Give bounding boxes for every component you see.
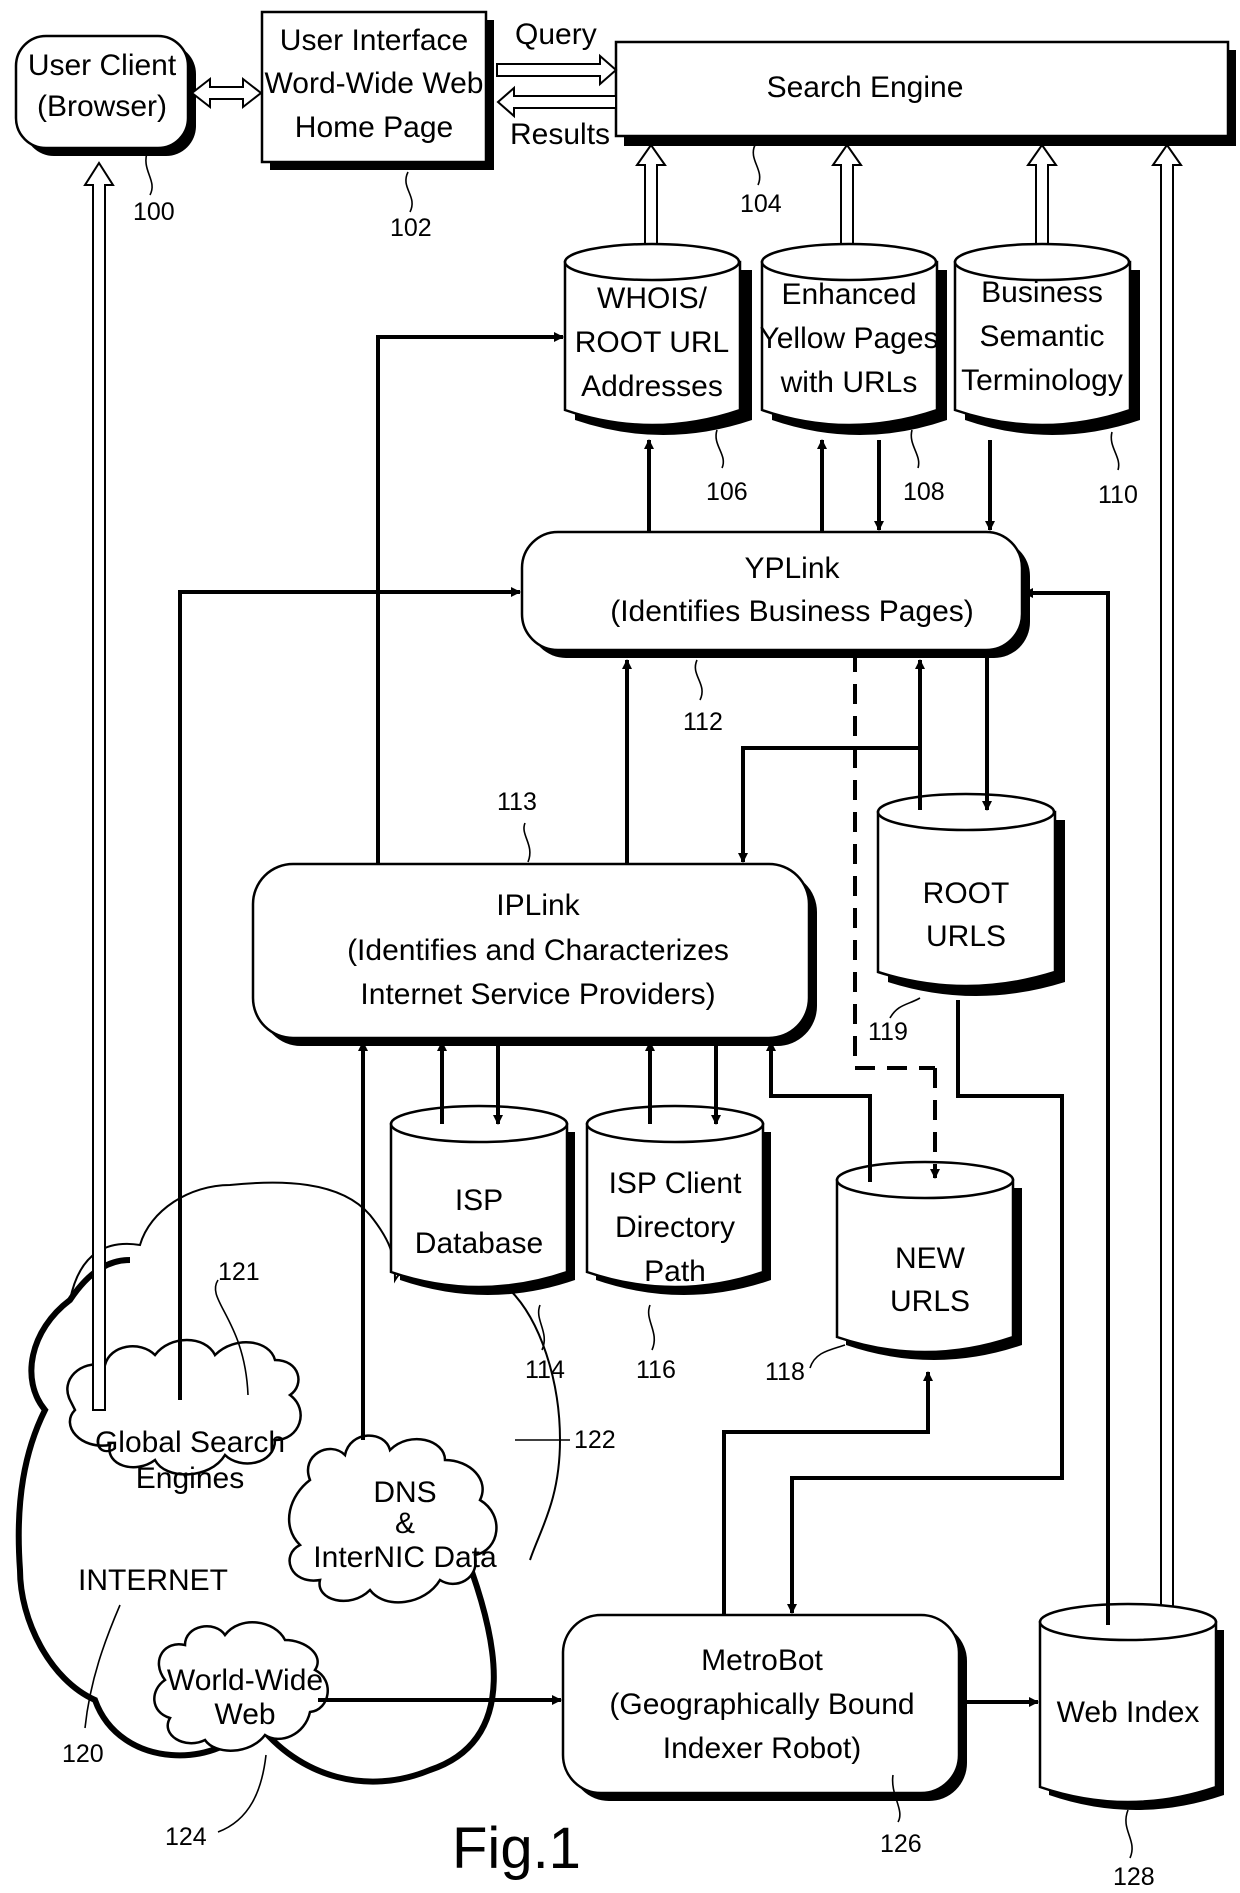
metrobot-node: MetroBot (Geographically Bound Indexer R… bbox=[561, 1613, 967, 1801]
ref-108: 108 bbox=[903, 478, 945, 506]
isp-db-label-line2: Database bbox=[415, 1227, 543, 1260]
search-engine-node: Search Engine bbox=[614, 40, 1236, 146]
ref-104: 104 bbox=[740, 190, 782, 218]
yellow-pages-label-line3: with URLs bbox=[780, 366, 918, 399]
ref-100: 100 bbox=[133, 198, 175, 226]
root-urls-label-line1: ROOT bbox=[923, 877, 1010, 910]
metrobot-label-line2: (Geographically Bound bbox=[609, 1688, 914, 1721]
user-interface-node: User Interface Word-Wide Web Home Page bbox=[260, 10, 494, 170]
ref-116: 116 bbox=[636, 1356, 676, 1384]
user-client-label-line2: (Browser) bbox=[37, 90, 167, 123]
ui-label-line3: Home Page bbox=[295, 111, 453, 144]
metrobot-label-line1: MetroBot bbox=[701, 1644, 823, 1677]
yplink-label-line2: (Identifies Business Pages) bbox=[610, 595, 974, 628]
yplink-label-line1: YPLink bbox=[744, 552, 840, 585]
isp-client-label-line1: ISP Client bbox=[609, 1167, 743, 1200]
ref-126: 126 bbox=[880, 1830, 922, 1858]
metrobot-label-line3: Indexer Robot) bbox=[663, 1732, 861, 1765]
root-urls-label-line2: URLS bbox=[926, 920, 1006, 953]
isp-client-label-line2: Directory bbox=[615, 1211, 735, 1244]
isp-database: ISP Database bbox=[389, 1104, 575, 1295]
global-search-label-line2: Engines bbox=[136, 1462, 244, 1495]
client-ui-double-arrow bbox=[190, 76, 263, 110]
query-label: Query bbox=[515, 18, 597, 51]
search-engine-label: Search Engine bbox=[767, 71, 964, 104]
business-label-line1: Business bbox=[981, 276, 1103, 309]
isp-db-label-line1: ISP bbox=[455, 1184, 503, 1217]
dns-internic-cloud: DNS & InterNIC Data bbox=[287, 1434, 498, 1604]
ref-102: 102 bbox=[390, 214, 432, 242]
new-urls-label-line1: NEW bbox=[895, 1242, 966, 1275]
yellow-pages-label-line2: Yellow Pages bbox=[759, 322, 938, 355]
ui-label-line2: Word-Wide Web bbox=[265, 67, 484, 100]
dns-label-line1: DNS bbox=[373, 1476, 436, 1509]
results-arrow bbox=[496, 85, 617, 119]
ref-114: 114 bbox=[525, 1356, 565, 1384]
figure-caption: Fig.1 bbox=[452, 1816, 581, 1881]
dns-label-line3: InterNIC Data bbox=[313, 1541, 497, 1574]
world-wide-web-cloud: World-Wide Web bbox=[153, 1621, 329, 1752]
business-label-line2: Semantic bbox=[979, 320, 1104, 353]
ref-120: 120 bbox=[62, 1740, 104, 1768]
yellow-pages-label-line1: Enhanced bbox=[781, 278, 916, 311]
ref-124: 124 bbox=[165, 1823, 207, 1851]
new-urls-label-line2: URLS bbox=[890, 1285, 970, 1318]
ref-113: 113 bbox=[497, 788, 537, 816]
ref-128: 128 bbox=[1113, 1863, 1155, 1891]
isp-client-directory-database: ISP Client Directory Path bbox=[585, 1104, 771, 1295]
ui-label-line1: User Interface bbox=[280, 24, 468, 57]
root-urls-database: ROOT URLS bbox=[876, 792, 1065, 996]
new-urls-database: NEW URLS bbox=[835, 1160, 1022, 1360]
iplink-label-line2: (Identifies and Characterizes bbox=[347, 934, 729, 967]
ref-122: 122 bbox=[574, 1426, 616, 1454]
www-label-line1: World-Wide bbox=[167, 1664, 323, 1697]
yellow-pages-database: Enhanced Yellow Pages with URLs bbox=[759, 242, 947, 435]
query-arrow bbox=[496, 53, 618, 87]
ref-110: 110 bbox=[1098, 481, 1138, 509]
global-search-label-line1: Global Search bbox=[95, 1426, 285, 1459]
ref-121: 121 bbox=[218, 1258, 260, 1286]
business-label-line3: Terminology bbox=[961, 364, 1123, 397]
ref-112: 112 bbox=[683, 708, 723, 736]
internet-label: INTERNET bbox=[78, 1564, 228, 1597]
isp-client-label-line3: Path bbox=[644, 1255, 706, 1288]
whois-database: WHOIS/ ROOT URL Addresses bbox=[563, 242, 752, 435]
yplink-node: YPLink (Identifies Business Pages) bbox=[520, 530, 1030, 658]
patent-figure: Global Search Engines DNS & InterNIC Dat… bbox=[14, 10, 1236, 1891]
web-index-database: Web Index bbox=[1038, 1602, 1224, 1810]
iplink-node: IPLink (Identifies and Characterizes Int… bbox=[251, 862, 817, 1046]
whois-label-line2: ROOT URL bbox=[575, 326, 729, 359]
results-label: Results bbox=[510, 118, 610, 151]
ref-119: 119 bbox=[868, 1018, 908, 1046]
www-label-line2: Web bbox=[214, 1698, 275, 1731]
iplink-label-line3: Internet Service Providers) bbox=[360, 978, 715, 1011]
user-client-label-line1: User Client bbox=[28, 49, 177, 82]
whois-label-line1: WHOIS/ bbox=[597, 282, 708, 315]
web-index-label: Web Index bbox=[1057, 1696, 1200, 1729]
ref-118: 118 bbox=[765, 1358, 805, 1386]
whois-label-line3: Addresses bbox=[581, 370, 723, 403]
dns-label-line2: & bbox=[395, 1507, 415, 1540]
business-semantic-database: Business Semantic Terminology bbox=[953, 242, 1140, 435]
ref-106: 106 bbox=[706, 478, 748, 506]
user-client-node: User Client (Browser) bbox=[14, 34, 196, 156]
iplink-label-line1: IPLink bbox=[496, 889, 580, 922]
